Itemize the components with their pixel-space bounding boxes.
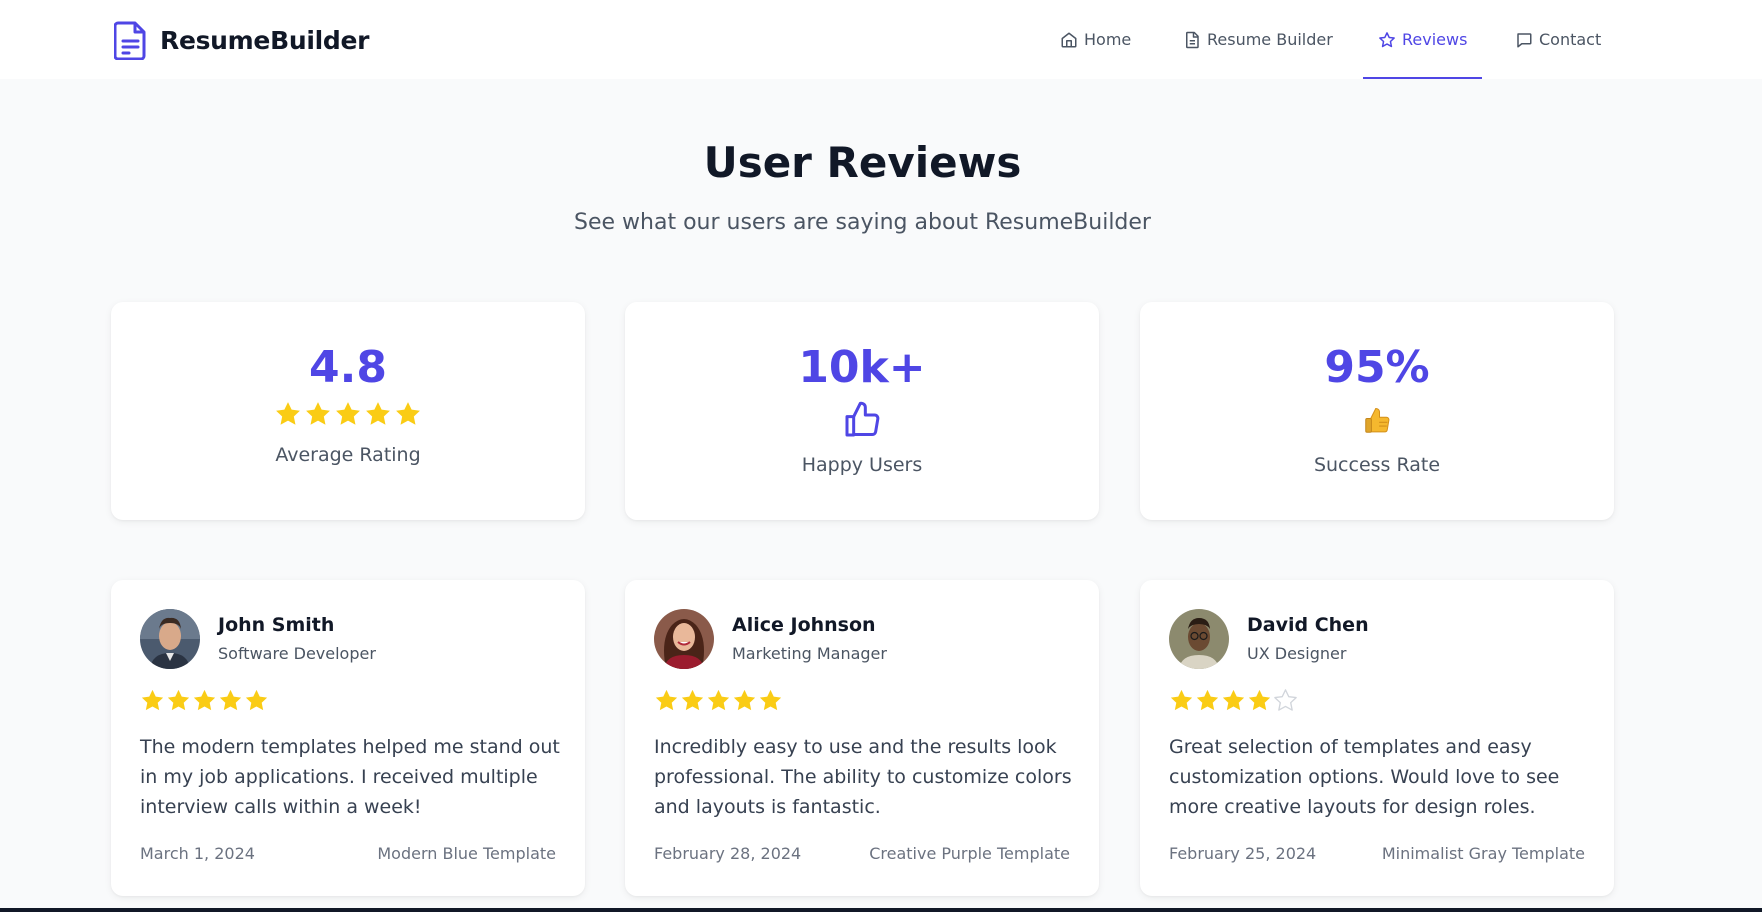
star-outline-icon [1379, 31, 1395, 47]
home-icon [1061, 32, 1077, 47]
review-text: Incredibly easy to use and the results l… [654, 736, 1072, 818]
thumbs-up-outline-icon [845, 401, 880, 437]
star-icon [1196, 689, 1219, 711]
document-icon [114, 21, 146, 60]
brand-logo-link[interactable]: ResumeBuilder [114, 20, 369, 60]
star-icon [681, 689, 704, 711]
star-icon [193, 689, 216, 711]
nav-reviews[interactable]: Reviews [1362, 0, 1483, 79]
stat-value: 95% [1324, 342, 1430, 393]
top-navbar: ResumeBuilder Home Resume Builder Review… [0, 0, 1762, 79]
nav-resume-builder[interactable]: Resume Builder [1183, 0, 1333, 79]
page-subtitle: See what our users are saying about Resu… [574, 210, 1151, 235]
stat-users-icon-row [625, 400, 1099, 440]
review-template: Minimalist Gray Template [1381, 844, 1585, 863]
review-date: February 25, 2024 [1169, 844, 1317, 863]
review-card: David Chen UX Designer Great selection o… [1140, 580, 1614, 896]
reviewer-role: UX Designer [1247, 644, 1347, 663]
bottom-edge [0, 908, 1762, 912]
stat-value: 10k+ [798, 342, 926, 393]
star-icon [245, 689, 268, 711]
stat-card-users: 10k+ Happy Users [625, 302, 1099, 520]
stat-card-success: 95% Success Rate [1140, 302, 1614, 520]
stat-label: Success Rate [1313, 454, 1441, 476]
star-icon [707, 689, 730, 711]
review-rating [654, 688, 783, 713]
star-icon [167, 689, 190, 711]
review-text: The modern templates helped me stand out… [140, 736, 560, 818]
star-icon [1222, 689, 1245, 711]
nav-resume-builder-label: Resume Builder [1207, 30, 1333, 49]
stat-value: 4.8 [309, 342, 387, 393]
review-date: February 28, 2024 [654, 844, 802, 863]
review-card: John Smith Software Developer The modern… [111, 580, 585, 896]
star-icon [274, 400, 302, 428]
reviewer-role: Marketing Manager [732, 644, 887, 663]
star-icon [394, 400, 422, 428]
avatar [1169, 609, 1229, 669]
review-template: Creative Purple Template [869, 844, 1070, 863]
review-date: March 1, 2024 [140, 844, 255, 863]
star-icon [759, 689, 782, 711]
avatar [140, 609, 200, 669]
nav-home-label: Home [1084, 30, 1132, 49]
review-text: Great selection of templates and easy cu… [1169, 736, 1560, 818]
stat-label: Average Rating [275, 444, 421, 466]
star-icon [304, 400, 332, 428]
star-icon [1248, 689, 1271, 711]
review-template: Modern Blue Template [377, 844, 556, 863]
nav-home[interactable]: Home [1060, 0, 1131, 79]
brand-name: ResumeBuilder [160, 25, 370, 55]
star-icon [141, 689, 164, 711]
star-icon [219, 689, 242, 711]
nav-contact-label: Contact [1539, 30, 1602, 49]
star-icon [1170, 689, 1193, 711]
thumbs-up-emoji-icon [1365, 407, 1390, 433]
reviewer-name: Alice Johnson [732, 614, 876, 636]
reviewer-role: Software Developer [218, 644, 376, 663]
star-icon [733, 689, 756, 711]
avatar [654, 609, 714, 669]
stat-success-icon-row [1140, 406, 1614, 436]
reviewer-name: David Chen [1247, 614, 1369, 636]
chat-icon [1517, 32, 1532, 47]
document-icon [1186, 31, 1199, 48]
reviewer-name: John Smith [218, 614, 335, 636]
stat-rating-stars [111, 400, 585, 428]
stat-label: Happy Users [801, 454, 923, 476]
nav-reviews-label: Reviews [1402, 30, 1468, 49]
review-rating [140, 688, 269, 713]
star-icon [364, 400, 392, 428]
stat-card-rating: 4.8 Average Rating [111, 302, 585, 520]
review-rating [1169, 688, 1298, 713]
nav-contact[interactable]: Contact [1515, 0, 1601, 79]
page-title: User Reviews [703, 138, 1022, 187]
star-icon [334, 400, 362, 428]
star-icon [655, 689, 678, 711]
review-card: Alice Johnson Marketing Manager Incredib… [625, 580, 1099, 896]
star-empty-icon [1274, 689, 1297, 711]
